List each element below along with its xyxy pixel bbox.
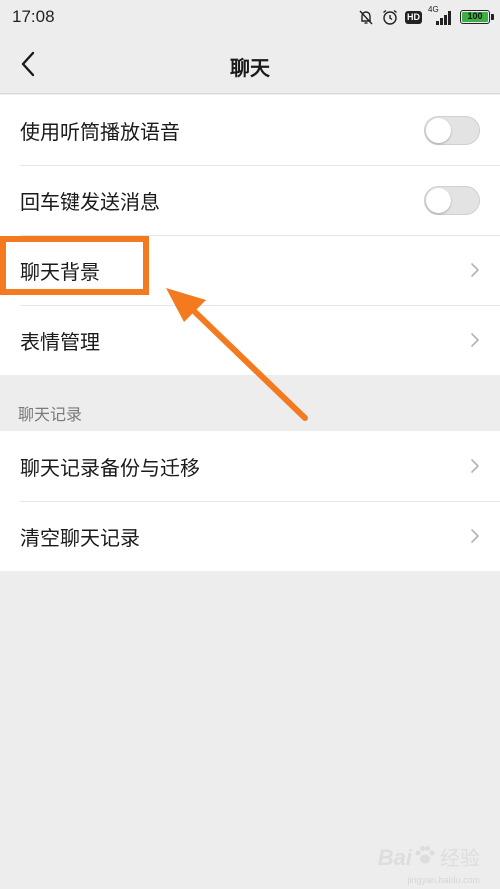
settings-group-chat: 使用听筒播放语音 回车键发送消息 聊天背景 表情管理	[0, 95, 500, 375]
nav-bar: 聊天	[0, 34, 500, 94]
status-time: 17:08	[12, 7, 55, 26]
setting-enter-to-send[interactable]: 回车键发送消息	[0, 165, 500, 235]
hd-badge: HD	[405, 10, 422, 24]
watermark-main: Bai	[377, 845, 412, 870]
status-bar: 17:08 HD 4G 100	[0, 0, 500, 34]
alarm-icon	[383, 9, 397, 25]
page-title: 聊天	[230, 56, 270, 80]
battery-text: 100	[467, 11, 483, 21]
enter-send-toggle[interactable]	[424, 186, 480, 215]
chevron-right-icon	[471, 263, 479, 277]
setting-earpiece-voice[interactable]: 使用听筒播放语音	[0, 95, 500, 165]
watermark-sub: jingyan.baidu.com	[407, 875, 480, 885]
setting-label: 表情管理	[20, 329, 100, 354]
setting-chat-background[interactable]: 聊天背景	[0, 235, 500, 305]
setting-backup-migrate[interactable]: 聊天记录备份与迁移	[0, 431, 500, 501]
section-header-chat-history: 聊天记录	[18, 405, 83, 424]
paw-icon	[415, 846, 435, 864]
toggle-knob	[426, 188, 451, 213]
battery-tip	[491, 14, 494, 20]
earpiece-toggle[interactable]	[424, 116, 480, 145]
chevron-right-icon	[471, 333, 479, 347]
signal-icon: 4G	[428, 5, 454, 26]
bell-off-icon	[359, 10, 373, 25]
watermark-cn: 经验	[440, 846, 480, 870]
setting-label: 回车键发送消息	[20, 189, 160, 214]
setting-label: 清空聊天记录	[20, 525, 140, 550]
status-icons: HD 4G 100	[357, 5, 494, 28]
setting-label: 使用听筒播放语音	[20, 119, 180, 144]
network-type: 4G	[428, 5, 439, 14]
setting-label: 聊天记录备份与迁移	[20, 455, 200, 480]
battery-icon: 100	[460, 10, 494, 24]
chevron-right-icon	[471, 529, 479, 543]
setting-clear-history[interactable]: 清空聊天记录	[0, 501, 500, 571]
chevron-right-icon	[471, 459, 479, 473]
toggle-knob	[426, 118, 451, 143]
setting-sticker-management[interactable]: 表情管理	[0, 305, 500, 375]
settings-group-history: 聊天记录备份与迁移 清空聊天记录	[0, 431, 500, 571]
baidu-jingyan-watermark: Bai 经验 jingyan.baidu.com	[377, 842, 480, 885]
setting-label: 聊天背景	[20, 259, 100, 284]
